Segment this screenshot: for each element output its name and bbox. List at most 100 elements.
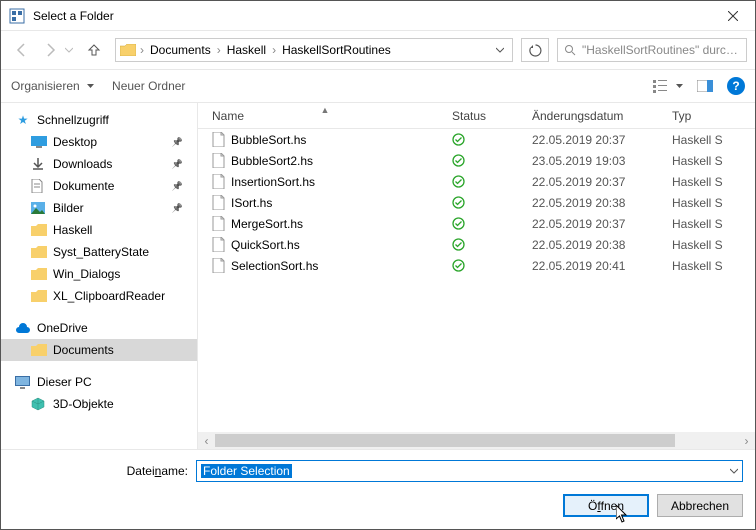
cancel-button[interactable]: Abbrechen (657, 494, 743, 517)
app-icon (9, 8, 25, 24)
chevron-right-icon: › (138, 43, 146, 57)
file-date: 22.05.2019 20:38 (532, 238, 672, 252)
file-date: 22.05.2019 20:41 (532, 259, 672, 273)
synced-icon (452, 175, 532, 188)
file-type: Haskell S (672, 238, 755, 252)
chevron-down-icon[interactable] (730, 467, 738, 475)
file-name: MergeSort.hs (231, 217, 303, 231)
file-type: Haskell S (672, 259, 755, 273)
folder-icon (118, 44, 138, 56)
synced-icon (452, 238, 532, 251)
tree-desktop[interactable]: Desktop (1, 131, 197, 153)
breadcrumb[interactable]: Haskell (223, 39, 270, 61)
tree-syst-battery[interactable]: Syst_BatteryState (1, 241, 197, 263)
horizontal-scrollbar[interactable]: ‹ › (198, 432, 755, 449)
titlebar: Select a Folder (1, 1, 755, 31)
file-date: 22.05.2019 20:38 (532, 196, 672, 210)
tree-win-dialogs[interactable]: Win_Dialogs (1, 263, 197, 285)
file-row[interactable]: ISort.hs 22.05.2019 20:38Haskell S (198, 192, 755, 213)
file-date: 22.05.2019 20:37 (532, 217, 672, 231)
column-name[interactable]: ▲Name (198, 109, 452, 123)
file-date: 22.05.2019 20:37 (532, 133, 672, 147)
scroll-right-icon[interactable]: › (738, 432, 755, 449)
close-button[interactable] (710, 1, 755, 31)
search-input[interactable]: "HaskellSortRoutines" durch... (557, 38, 747, 62)
tree-onedrive[interactable]: OneDrive (1, 317, 197, 339)
scroll-left-icon[interactable]: ‹ (198, 432, 215, 449)
view-menu[interactable] (653, 79, 683, 93)
body: ★Schnellzugriff Desktop Downloads Dokume… (1, 103, 755, 449)
cloud-icon (15, 323, 31, 334)
tree-quick-access[interactable]: ★Schnellzugriff (1, 109, 197, 131)
tree-this-pc[interactable]: Dieser PC (1, 371, 197, 393)
organize-menu[interactable]: Organisieren (11, 79, 94, 93)
filename-label: Dateiname: (13, 464, 188, 478)
filename-value: Folder Selection (201, 464, 292, 478)
folder-icon (31, 224, 47, 236)
file-date: 22.05.2019 20:37 (532, 175, 672, 189)
column-status[interactable]: Status (452, 109, 532, 123)
column-type[interactable]: Typ (672, 109, 755, 123)
file-name: InsertionSort.hs (231, 175, 315, 189)
file-row[interactable]: QuickSort.hs 22.05.2019 20:38Haskell S (198, 234, 755, 255)
history-dropdown[interactable] (65, 46, 79, 54)
cube-icon (31, 397, 47, 411)
file-type: Haskell S (672, 154, 755, 168)
synced-icon (452, 196, 532, 209)
file-icon (212, 132, 225, 147)
file-row[interactable]: SelectionSort.hs22.05.2019 20:41Haskell … (198, 255, 755, 276)
tree-haskell[interactable]: Haskell (1, 219, 197, 241)
search-icon (564, 44, 576, 56)
tree-xl-clipboard[interactable]: XL_ClipboardReader (1, 285, 197, 307)
file-row[interactable]: MergeSort.hs 22.05.2019 20:37Haskell S (198, 213, 755, 234)
forward-button[interactable] (37, 37, 63, 63)
tree-3d-objects[interactable]: 3D-Objekte (1, 393, 197, 415)
breadcrumb[interactable]: Documents (146, 39, 215, 61)
file-icon (212, 237, 225, 252)
tree-documents[interactable]: Dokumente (1, 175, 197, 197)
open-button[interactable]: Öffnen (563, 494, 649, 517)
close-icon (728, 11, 738, 21)
address-dropdown[interactable] (490, 46, 510, 54)
chevron-right-icon: › (270, 43, 278, 57)
file-type: Haskell S (672, 196, 755, 210)
file-name: QuickSort.hs (231, 238, 300, 252)
file-row[interactable]: BubbleSort.hs22.05.2019 20:37Haskell S (198, 129, 755, 150)
desktop-icon (31, 136, 47, 148)
refresh-button[interactable] (521, 38, 549, 62)
filename-input[interactable]: Folder Selection (196, 460, 743, 482)
file-icon (212, 174, 225, 189)
nav-tree[interactable]: ★Schnellzugriff Desktop Downloads Dokume… (1, 103, 198, 449)
back-button[interactable] (9, 37, 35, 63)
address-bar[interactable]: › Documents › Haskell › HaskellSortRouti… (115, 38, 513, 62)
dialog-window: Select a Folder › Documents › Haskell › … (0, 0, 756, 530)
synced-icon (452, 217, 532, 230)
folder-icon (31, 290, 47, 302)
tree-onedrive-documents[interactable]: Documents (1, 339, 197, 361)
file-date: 23.05.2019 19:03 (532, 154, 672, 168)
help-button[interactable]: ? (727, 77, 745, 95)
folder-icon (31, 268, 47, 280)
breadcrumb[interactable]: HaskellSortRoutines (278, 39, 395, 61)
file-name: BubbleSort2.hs (231, 154, 313, 168)
column-date[interactable]: Änderungsdatum (532, 109, 672, 123)
tree-downloads[interactable]: Downloads (1, 153, 197, 175)
synced-icon (452, 133, 532, 146)
preview-pane-button[interactable] (697, 80, 713, 92)
star-icon: ★ (15, 113, 31, 127)
file-name: ISort.hs (231, 196, 272, 210)
file-row[interactable]: InsertionSort.hs22.05.2019 20:37Haskell … (198, 171, 755, 192)
up-button[interactable] (81, 37, 107, 63)
file-type: Haskell S (672, 217, 755, 231)
file-icon (212, 153, 225, 168)
file-icon (212, 195, 225, 210)
column-headers: ▲Name Status Änderungsdatum Typ (198, 103, 755, 129)
file-row[interactable]: BubbleSort2.hs 23.05.2019 19:03Haskell S (198, 150, 755, 171)
scroll-thumb[interactable] (215, 434, 675, 447)
search-placeholder: "HaskellSortRoutines" durch... (582, 43, 740, 57)
file-pane: ▲Name Status Änderungsdatum Typ BubbleSo… (198, 103, 755, 449)
file-list[interactable]: BubbleSort.hs22.05.2019 20:37Haskell SBu… (198, 129, 755, 432)
tree-pictures[interactable]: Bilder (1, 197, 197, 219)
new-folder-button[interactable]: Neuer Ordner (112, 79, 185, 93)
scroll-track[interactable] (215, 432, 738, 449)
